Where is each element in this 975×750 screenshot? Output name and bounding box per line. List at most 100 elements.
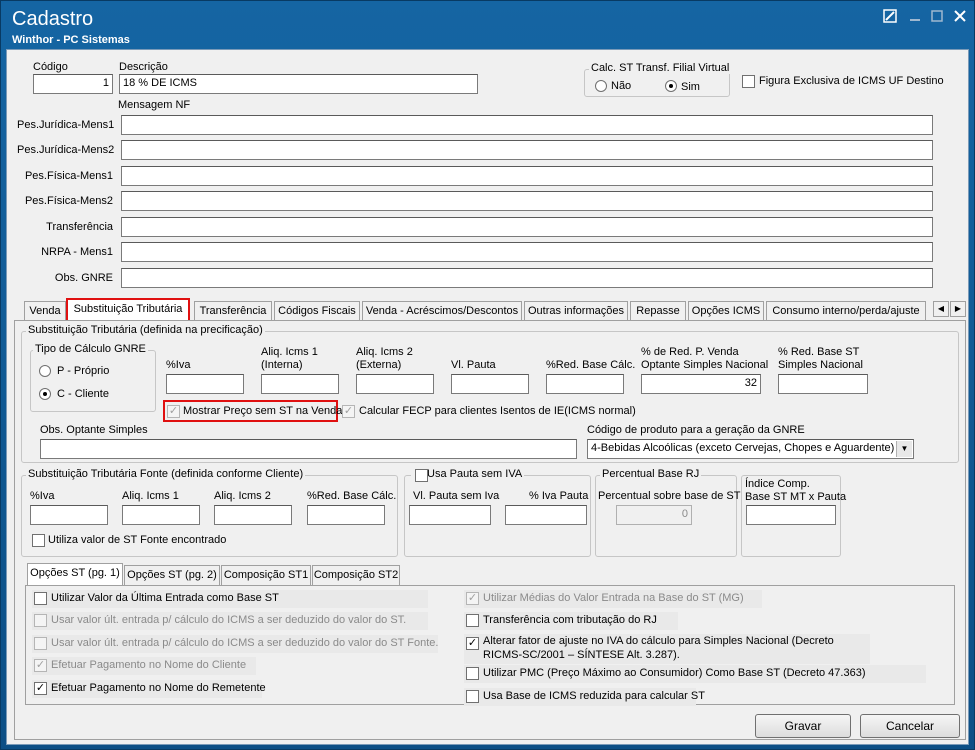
opt-right-3-checkbox[interactable] (466, 667, 479, 680)
opt-left-4-checkbox[interactable]: ✓ (34, 682, 47, 695)
pauta-vl-label: Vl. Pauta sem Iva (413, 490, 500, 502)
codigo-produto-select[interactable]: 4-Bebidas Alcoólicas (exceto Cervejas, C… (587, 439, 914, 459)
opt-left-2[interactable]: Usar valor últ. entrada p/ cálculo do IC… (32, 635, 438, 653)
radio-sim[interactable] (665, 80, 677, 92)
tabs-scroll-right-icon[interactable]: ▶ (950, 301, 966, 317)
tab-venda[interactable]: Venda (24, 301, 66, 321)
msg-label-obs-gnre: Obs. GNRE (54, 272, 113, 284)
codigo-produto-label: Código de produto para a geração da GNRE (587, 424, 805, 436)
st-fonte-aliq2-label: Aliq. Icms 2 (214, 490, 271, 502)
opt-left-0[interactable]: Utilizar Valor da Última Entrada como Ba… (32, 590, 428, 608)
codigo-produto-value: 4-Bebidas Alcoólicas (exceto Cervejas, C… (591, 442, 895, 454)
window-title: Cadastro (12, 8, 94, 30)
st-aliq2-label-a: Aliq. Icms 2 (356, 346, 413, 358)
radio-nao[interactable] (595, 80, 607, 92)
radio-cliente-label: C - Cliente (57, 388, 109, 400)
indice-group: Índice Comp. Base ST MT x Pauta (741, 475, 846, 557)
subtab-opcoes-st-1[interactable]: Opções ST (pg. 1) (27, 563, 123, 585)
pauta-iva-input[interactable] (505, 505, 587, 525)
gravar-button[interactable]: Gravar (755, 714, 851, 738)
minimize-icon[interactable] (907, 9, 923, 25)
opt-left-0-checkbox[interactable] (34, 592, 47, 605)
codigo-input[interactable]: 1 (33, 74, 113, 94)
utiliza-valor-checkbox[interactable] (32, 534, 45, 547)
percentual-rj-input[interactable]: 0 (616, 505, 692, 525)
tab-substituicao-tributaria[interactable]: Substituição Tributária (66, 298, 190, 322)
opt-right-1[interactable]: Transferência com tributação do RJ (464, 612, 678, 630)
opt-right-4[interactable]: Usa Base de ICMS reduzida para calcular … (464, 688, 705, 706)
msg-input-pf1[interactable] (121, 166, 933, 186)
radio-nao-label: Não (611, 80, 632, 92)
tipo-calculo-title: Tipo de Cálculo GNRE (33, 343, 148, 355)
st-fonte-red-base-input[interactable] (307, 505, 385, 525)
descricao-input[interactable]: 18 % DE ICMS (119, 74, 478, 94)
opt-left-3[interactable]: ✓ Efetuar Pagamento no Nome do Cliente (32, 657, 256, 675)
indice-input[interactable] (746, 505, 836, 525)
opt-right-2-checkbox[interactable]: ✓ (466, 637, 479, 650)
opt-right-0[interactable]: ✓ Utilizar Médias do Valor Entrada na Ba… (464, 590, 762, 608)
cancelar-button[interactable]: Cancelar (860, 714, 960, 738)
msg-input-pf2[interactable] (121, 191, 933, 211)
st-aliq1-label-a: Aliq. Icms 1 (261, 346, 318, 358)
pauta-vl-input[interactable] (409, 505, 491, 525)
close-icon[interactable] (952, 9, 968, 25)
subtab-composicao-st1[interactable]: Composição ST1 (221, 565, 311, 585)
opt-left-1-checkbox[interactable] (34, 614, 47, 627)
st-red-base-input[interactable] (546, 374, 624, 394)
msg-input-transferencia[interactable] (121, 217, 933, 237)
tab-venda-acrescimos[interactable]: Venda - Acréscimos/Descontos (362, 301, 522, 321)
st-red-base-st-label-b: Simples Nacional (778, 359, 863, 371)
st-red-venda-label-b: Optante Simples Nacional (641, 359, 769, 371)
st-fonte-iva-label: %Iva (30, 490, 55, 502)
st-red-base-st-input[interactable] (778, 374, 868, 394)
tab-repasse[interactable]: Repasse (630, 301, 686, 321)
opt-right-0-checkbox[interactable]: ✓ (466, 592, 479, 605)
tab-opcoes-icms[interactable]: Opções ICMS (688, 301, 764, 321)
st-iva-input[interactable] (166, 374, 244, 394)
figura-exclusiva-checkbox[interactable] (742, 75, 755, 88)
subtab-composicao-st2[interactable]: Composição ST2 (312, 565, 400, 585)
radio-proprio[interactable] (39, 365, 51, 377)
subtab-opcoes-st-2[interactable]: Opções ST (pg. 2) (124, 565, 220, 585)
opt-right-3[interactable]: Utilizar PMC (Preço Máximo ao Consumidor… (464, 665, 926, 683)
tab-consumo-interno[interactable]: Consumo interno/perda/ajuste (766, 301, 926, 321)
radio-cliente[interactable] (39, 388, 51, 400)
msg-input-obs-gnre[interactable] (121, 268, 933, 288)
st-fonte-group-title: Substituição Tributária Fonte (definida … (26, 468, 306, 480)
chevron-down-icon[interactable]: ▼ (896, 441, 912, 457)
tab-outras-informacoes[interactable]: Outras informações (524, 301, 628, 321)
opt-right-4-checkbox[interactable] (466, 690, 479, 703)
tab-codigos-fiscais[interactable]: Códigos Fiscais (274, 301, 360, 321)
tabs-scroll-left-icon[interactable]: ◀ (933, 301, 949, 317)
calcular-fecp-checkbox[interactable]: ✓ (342, 405, 355, 418)
obs-optante-input[interactable] (40, 439, 577, 459)
opt-left-1[interactable]: Usar valor últ. entrada p/ cálculo do IC… (32, 612, 428, 630)
usa-pauta-checkbox[interactable] (415, 469, 428, 482)
tab-transferencia[interactable]: Transferência (194, 301, 272, 321)
subtab-panel: Utilizar Valor da Última Entrada como Ba… (25, 585, 955, 706)
msg-label-pj1: Pes.Jurídica-Mens1 (17, 119, 115, 131)
msg-label-pj2: Pes.Jurídica-Mens2 (17, 144, 115, 156)
msg-input-nrpa[interactable] (121, 242, 933, 262)
opt-right-2[interactable]: ✓ Alterar fator de ajuste no IVA do cálc… (464, 634, 870, 664)
msg-input-pj1[interactable] (121, 115, 933, 135)
mostrar-preco-checkbox[interactable]: ✓ (167, 405, 180, 418)
opt-left-4[interactable]: ✓ Efetuar Pagamento no Nome do Remetente (32, 680, 266, 698)
st-fonte-aliq2-input[interactable] (214, 505, 292, 525)
st-fonte-aliq1-input[interactable] (122, 505, 200, 525)
opt-left-2-checkbox[interactable] (34, 637, 47, 650)
st-aliq2-input[interactable] (356, 374, 434, 394)
sub-tabs: Opções ST (pg. 1) Opções ST (pg. 2) Comp… (27, 563, 427, 585)
msg-input-pj2[interactable] (121, 140, 933, 160)
cadastro-window: Cadastro Winthor - PC Sistemas Código 1 … (0, 0, 975, 750)
st-group: Substituição Tributária (definida na pre… (21, 324, 959, 463)
radio-sim-label: Sim (681, 81, 700, 93)
opt-right-1-checkbox[interactable] (466, 614, 479, 627)
opt-left-3-checkbox[interactable]: ✓ (34, 659, 47, 672)
st-vl-pauta-input[interactable] (451, 374, 529, 394)
st-red-venda-input[interactable]: 32 (641, 374, 761, 394)
st-aliq1-input[interactable] (261, 374, 339, 394)
st-fonte-iva-input[interactable] (30, 505, 108, 525)
restore-icon[interactable] (882, 9, 898, 25)
maximize-icon[interactable] (929, 9, 945, 25)
